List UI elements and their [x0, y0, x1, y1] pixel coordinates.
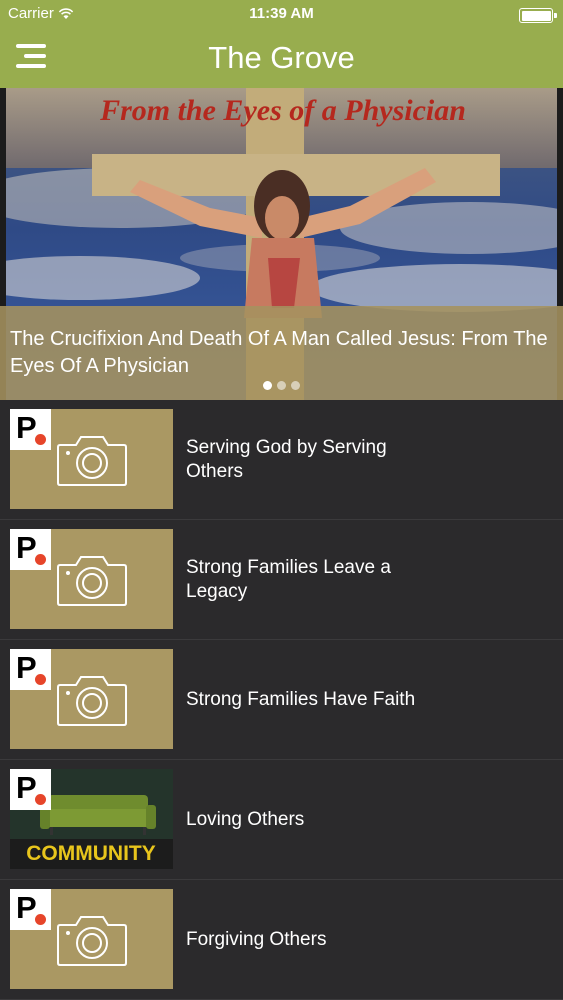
app-header: Carrier 11:39 AM The Grove [0, 0, 563, 88]
item-title: Loving Others [186, 809, 305, 830]
page-dot[interactable] [291, 381, 300, 390]
page-title: The Grove [208, 40, 355, 75]
item-title: Forgiving Others [186, 929, 327, 950]
provider-badge: P [10, 769, 51, 810]
svg-text:From the Eyes of a Physician: From the Eyes of a Physician [99, 94, 466, 127]
status-bar: Carrier 11:39 AM [0, 0, 563, 30]
sermon-list: P Serving God by Serving Others P Strong… [0, 400, 563, 1000]
provider-badge: P [10, 649, 51, 690]
item-thumbnail: P [10, 409, 173, 509]
svg-text:COMMUNITY: COMMUNITY [26, 842, 156, 865]
camera-icon [57, 916, 127, 966]
list-item[interactable]: P Strong Families Have Faith [0, 640, 563, 760]
list-item[interactable]: P Forgiving Others [0, 880, 563, 1000]
provider-badge: P [10, 409, 51, 450]
page-dot[interactable] [263, 381, 272, 390]
item-thumbnail: P [10, 649, 173, 749]
provider-badge: P [10, 889, 51, 930]
list-item[interactable]: COMMUNITY P Loving Others [0, 760, 563, 880]
item-title: Strong Families Have Faith [186, 689, 416, 710]
page-dot[interactable] [277, 381, 286, 390]
status-time: 11:39 AM [249, 5, 314, 22]
carousel-page-indicator[interactable] [263, 381, 300, 390]
item-thumbnail: P [10, 889, 173, 989]
camera-icon [57, 676, 127, 726]
item-thumbnail: P [10, 529, 173, 629]
camera-icon [57, 556, 127, 606]
camera-icon [57, 436, 127, 486]
item-title: Strong Families Leave a Legacy [186, 557, 391, 602]
hero-image-title: From the Eyes of a Physician [99, 94, 466, 127]
list-item[interactable]: P Strong Families Leave a Legacy [0, 520, 563, 640]
list-item[interactable]: P Serving God by Serving Others [0, 400, 563, 520]
item-thumbnail: COMMUNITY P [10, 769, 173, 869]
provider-badge: P [10, 529, 51, 570]
item-title: Serving God by Serving Others [186, 437, 387, 482]
hero-caption: The Crucifixion And Death Of A Man Calle… [10, 328, 548, 377]
battery-icon [519, 8, 557, 23]
